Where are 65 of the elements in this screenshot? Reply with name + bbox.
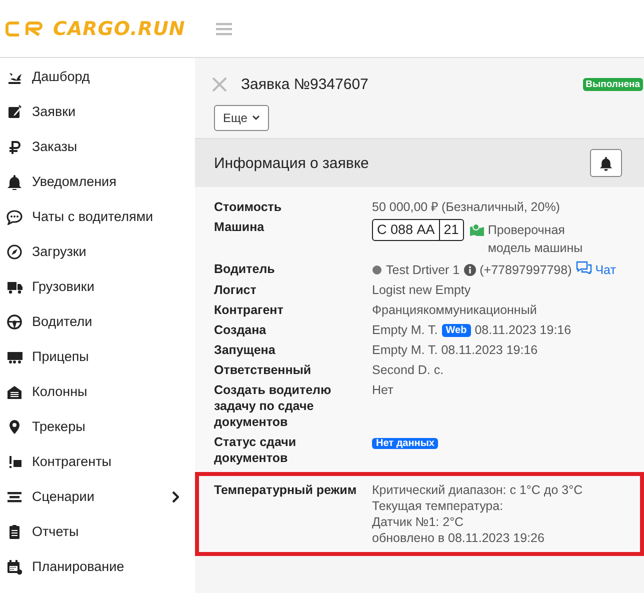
chat-icon [576, 261, 592, 274]
field-value: 50 000,00 ₽ (Безналичный, 20%) [372, 199, 561, 215]
map-pin-icon [470, 223, 484, 236]
menu-item-icon [6, 208, 23, 224]
field-value: Logist new Empty [372, 282, 472, 298]
logo-text: CARGO.RUN [53, 18, 186, 40]
field-value: Second D. c. [372, 362, 445, 378]
sidebar-item[interactable]: Планирование [0, 549, 195, 584]
field-label: Запущена [214, 342, 276, 358]
menu-item-icon [6, 174, 23, 190]
field-value: Франциякоммуникационный [372, 302, 538, 318]
sidebar-item[interactable]: Грузовики [0, 269, 195, 304]
chevron-right-icon [171, 490, 179, 502]
sidebar-item[interactable]: Контрагенты [0, 444, 195, 479]
driver-name: Test Drtiver 1 [386, 262, 460, 278]
source-badge: Web [442, 324, 471, 336]
field-label: Статус сдачи документов [214, 434, 298, 466]
info-icon[interactable] [464, 264, 476, 276]
temperature-line: обновлено в 08.11.2023 19:26 [372, 530, 546, 546]
sidebar-item[interactable]: Прицепы [0, 339, 195, 374]
field-label: Логист [214, 282, 258, 298]
sidebar-item[interactable]: Водители [0, 304, 195, 339]
menu-item-icon [6, 244, 23, 260]
sidebar-item[interactable]: Отчеты [0, 514, 195, 549]
sidebar-item[interactable]: Сценарии [0, 479, 195, 514]
field-label: Машина [214, 219, 266, 236]
menu-item-icon [6, 314, 23, 330]
order-title: Заявка №9347607 [241, 76, 370, 92]
menu-item-icon [6, 384, 23, 400]
sidebar-item[interactable]: Колонны [0, 374, 195, 409]
sidebar-item[interactable]: Заказы [0, 129, 195, 164]
field-label: Создать водителю задачу по сдаче документов [214, 382, 332, 430]
more-button[interactable]: Еще [214, 105, 270, 131]
sidebar-item[interactable]: Чаты с водителями [0, 199, 195, 234]
field-value: Empty M. T. 08.11.2023 19:16 [372, 342, 539, 358]
menu-item-icon [6, 104, 23, 120]
temperature-line: Текущая температура: [372, 498, 504, 514]
status-badge: Выполнена [582, 78, 643, 91]
chevron-down-icon [252, 115, 260, 121]
license-plate: С 088 АА 21 [372, 219, 464, 241]
field-label: Контрагент [214, 302, 284, 318]
sidebar-item[interactable]: Трекеры [0, 409, 195, 444]
logo-icon [5, 20, 45, 38]
chat-link[interactable]: Чат [576, 261, 616, 278]
field-label: Стоимость [214, 199, 283, 215]
status-badge: Нет данных [372, 438, 438, 449]
sidebar-item[interactable]: Загрузки [0, 234, 195, 269]
created-time: 08.11.2023 19:16 [474, 322, 572, 338]
menu-item-icon [6, 558, 23, 574]
temperature-line: Критический диапазон: с 1°C до 3°C [372, 482, 584, 498]
driver-phone: (+77897997798) [480, 262, 572, 278]
field-label: Температурный режим [214, 482, 358, 499]
field-value: Нет [372, 382, 394, 399]
author-name: Empty M. T. [372, 322, 438, 338]
sidebar-item[interactable]: Дашборд [0, 59, 195, 94]
field-label: Ответственный [214, 362, 312, 378]
notification-button[interactable] [590, 149, 622, 177]
sidebar-item[interactable]: Уведомления [0, 164, 195, 199]
section-title: Информация о заявке [214, 154, 370, 172]
field-label: Создана [214, 322, 268, 338]
car-model: Проверочная модель машины [488, 222, 584, 257]
sidebar-item[interactable]: Заявки [0, 94, 195, 129]
bell-icon [599, 155, 613, 171]
temperature-line: Датчик №1: 2°C [372, 514, 465, 530]
field-label: Водитель [214, 261, 276, 278]
